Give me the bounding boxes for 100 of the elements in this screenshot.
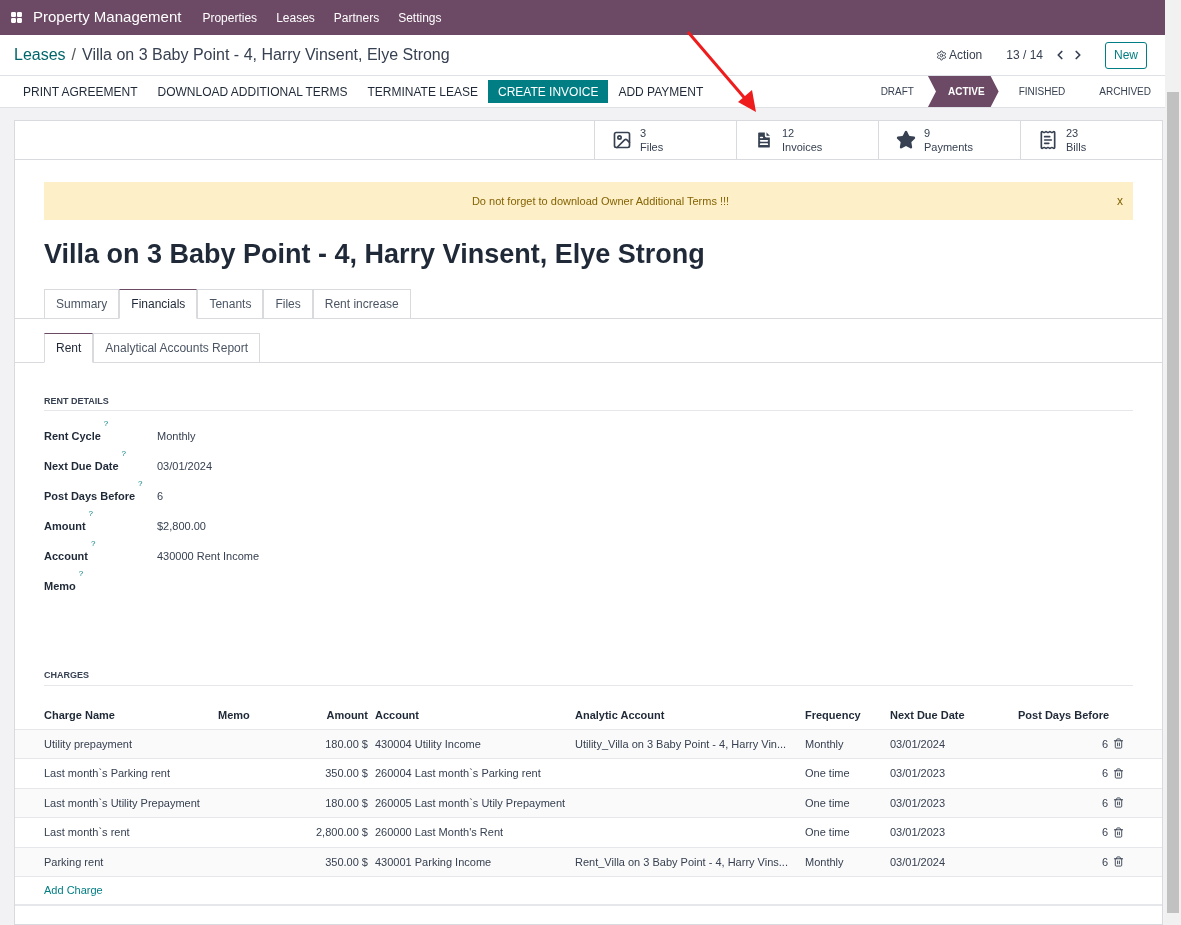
table-cell: 350.00 $ <box>325 855 368 868</box>
close-button[interactable]: x <box>1117 192 1133 210</box>
app-name[interactable]: Property Management <box>33 6 182 29</box>
field-label: Account <box>44 548 88 564</box>
table-cell: 6 <box>1101 855 1108 868</box>
breadcrumb-separator: / <box>71 45 77 65</box>
form-tab[interactable]: Financials <box>119 288 198 319</box>
stat-button[interactable]: 23 Bills <box>1020 121 1162 159</box>
table-cell: 03/01/2024 <box>890 855 946 868</box>
scrollbar-thumb[interactable] <box>1167 92 1179 913</box>
pager-value: 13 / 14 <box>1006 47 1043 64</box>
table-cell: 180.00 $ <box>325 737 368 750</box>
field-label: Post Days Before <box>44 488 136 504</box>
field-value: 430000 Rent Income <box>157 548 260 564</box>
stat-count: 9 <box>924 126 932 140</box>
table-cell: 03/01/2023 <box>890 767 946 779</box>
new-button[interactable]: New <box>1105 41 1147 69</box>
add-charge-link[interactable]: Add Charge <box>44 882 103 899</box>
table-cell: 6 <box>1101 796 1108 809</box>
sub-tab[interactable]: Analytical Accounts Report <box>93 332 261 363</box>
table-cell: 03/01/2023 <box>890 796 946 809</box>
table-cell: 03/01/2024 <box>890 737 946 750</box>
sub-tab[interactable]: Rent <box>44 332 94 363</box>
section-heading: CHARGES <box>44 669 1133 686</box>
action-bar-button[interactable]: ADD PAYMENT <box>608 80 714 103</box>
form-tab[interactable]: Tenants <box>197 288 264 319</box>
trash-icon[interactable] <box>1113 856 1124 868</box>
table-row[interactable]: Last month`s Utility Prepayment 180.00 $ 260005 Last month`s Utily Prepayment One time 03/01/2023 6 <box>15 788 1162 818</box>
column-header[interactable]: Analytic Account <box>575 708 665 721</box>
table-cell: 6 <box>1101 737 1108 750</box>
stat-count: 23 <box>1066 126 1080 140</box>
trash-icon[interactable] <box>1113 738 1124 750</box>
column-header[interactable]: Next Due Date <box>890 708 965 721</box>
field-value: $2,800.00 <box>157 518 206 534</box>
stat-label: Payments <box>924 140 973 154</box>
table-row[interactable]: Utility prepayment 180.00 $ 430004 Utility Income Utility_Villa on 3 Baby Point - 4, Harry Vin... Monthly 03/01/2024 6 <box>15 729 1162 759</box>
trash-icon[interactable] <box>1113 826 1124 838</box>
column-header[interactable]: Amount <box>326 708 368 721</box>
image-icon <box>612 130 632 150</box>
menu-item[interactable]: Partners <box>333 8 380 27</box>
stat-button[interactable]: 12 Invoices <box>736 121 878 159</box>
table-cell: Monthly <box>805 855 844 868</box>
column-header[interactable]: Post Days Before <box>1018 708 1110 721</box>
stat-label: Bills <box>1066 140 1087 154</box>
form-tab[interactable]: Summary <box>44 288 120 319</box>
column-header[interactable]: Frequency <box>805 708 861 721</box>
trash-icon[interactable] <box>1113 797 1124 809</box>
star-icon <box>896 130 916 150</box>
section-heading: RENT DETAILS <box>44 394 1133 411</box>
form-tab[interactable]: Rent increase <box>312 288 411 319</box>
table-cell: 260000 Last Month's Rent <box>375 826 504 838</box>
action-bar-button[interactable]: CREATE INVOICE <box>487 80 609 103</box>
table-cell: Utility_Villa on 3 Baby Point - 4, Harry Vin... <box>575 737 787 750</box>
receipt-icon <box>1038 130 1058 150</box>
field-value: 03/01/2024 <box>157 458 213 474</box>
action-bar-button[interactable]: TERMINATE LEASE <box>357 80 488 103</box>
table-cell: 180.00 $ <box>325 796 368 809</box>
action-bar-button[interactable]: PRINT AGREEMENT <box>13 80 148 103</box>
menu-item[interactable]: Leases <box>276 8 315 27</box>
stat-count: 3 <box>640 126 648 140</box>
table-row[interactable]: Parking rent 350.00 $ 430001 Parking Income Rent_Villa on 3 Baby Point - 4, Harry Vins... Monthly 03/01/2024 6 <box>15 847 1162 877</box>
apps-menu-icon[interactable] <box>10 11 23 24</box>
trash-icon[interactable] <box>1113 767 1124 779</box>
gear-icon <box>935 49 947 61</box>
table-cell: Last month`s rent <box>44 826 130 838</box>
field-value: Monthly <box>157 428 196 444</box>
menu-item[interactable]: Settings <box>398 8 442 27</box>
action-bar-button[interactable]: DOWNLOAD ADDITIONAL TERMS <box>147 80 358 103</box>
column-header[interactable]: Memo <box>218 708 250 721</box>
table-cell: 2,800.00 $ <box>316 826 368 838</box>
table-cell: 260004 Last month`s Parking rent <box>375 767 541 779</box>
breadcrumb-link[interactable]: Leases <box>14 43 66 67</box>
table-cell: 260005 Last month`s Utily Prepayment <box>375 796 566 809</box>
column-header[interactable]: Charge Name <box>44 708 115 721</box>
field-label: Next Due Date <box>44 458 119 474</box>
table-cell: Monthly <box>805 737 844 750</box>
action-button[interactable]: Action <box>935 46 983 64</box>
stat-button[interactable]: 9 Payments <box>878 121 1020 159</box>
table-cell: Last month`s Parking rent <box>44 767 170 779</box>
table-cell: One time <box>805 767 850 779</box>
column-header[interactable]: Account <box>375 708 419 721</box>
menu-item[interactable]: Properties <box>202 8 258 27</box>
form-tab[interactable]: Files <box>263 288 313 319</box>
table-cell: 6 <box>1101 826 1108 838</box>
field-label: Rent Cycle <box>44 428 101 444</box>
status-stage[interactable]: ACTIVE <box>927 76 999 107</box>
table-cell: 03/01/2023 <box>890 826 946 838</box>
table-cell: 430004 Utility Income <box>375 737 481 750</box>
record-title: Villa on 3 Baby Point - 4, Harry Vinsent, Elye Strong <box>44 238 706 271</box>
stat-button[interactable]: 3 Files <box>594 121 736 159</box>
stat-label: Invoices <box>782 140 823 154</box>
breadcrumb-current: Villa on 3 Baby Point - 4, Harry Vinsent, Elye Strong <box>82 45 450 65</box>
alert-message: Do not forget to download Owner Additional Terms !!! <box>470 193 731 209</box>
table-cell: Rent_Villa on 3 Baby Point - 4, Harry Vins... <box>575 855 788 868</box>
table-cell: One time <box>805 826 850 838</box>
table-cell: 350.00 $ <box>325 767 368 779</box>
table-cell: 6 <box>1101 767 1108 779</box>
stat-label: Files <box>640 140 664 154</box>
table-cell: Last month`s Utility Prepayment <box>44 796 200 809</box>
table-cell: One time <box>805 796 850 809</box>
